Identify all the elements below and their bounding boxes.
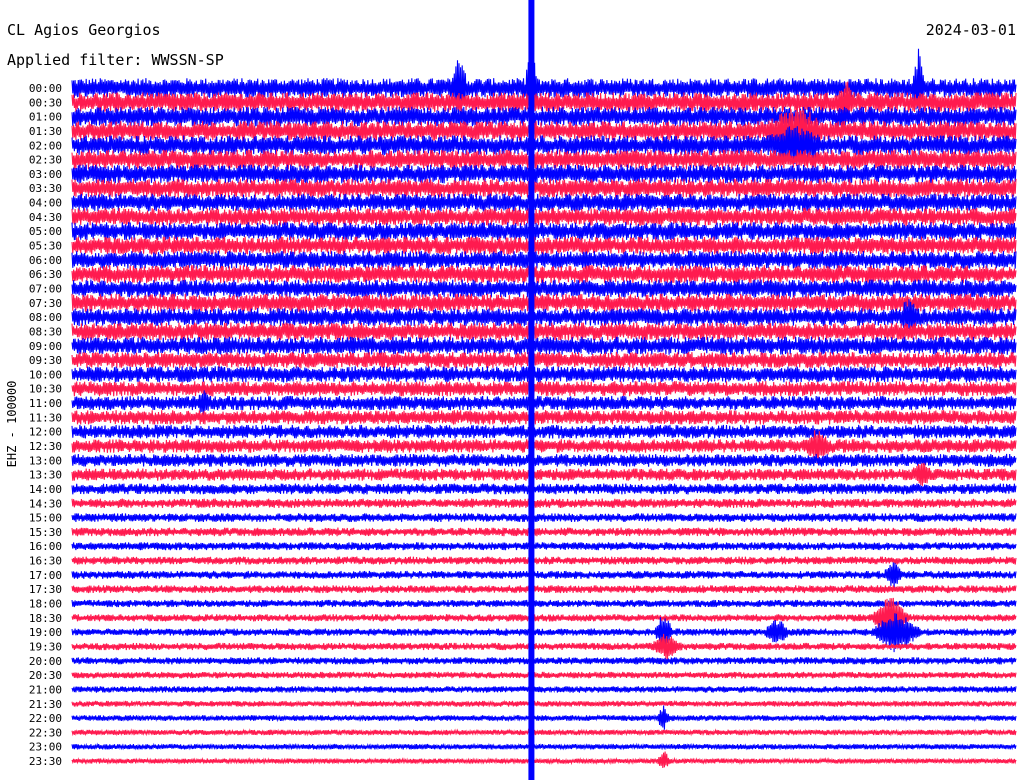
- spike-line: [528, 0, 535, 780]
- hour-label: 13:30: [29, 469, 62, 482]
- hour-label: 02:00: [29, 139, 62, 152]
- trace-line: [71, 381, 1017, 397]
- station-title: CL Agios Georgios: [7, 21, 161, 39]
- hour-label: 23:00: [29, 741, 62, 754]
- trace-line: [71, 671, 1017, 680]
- trace-line: [71, 193, 1017, 212]
- hour-label: 15:00: [29, 512, 62, 525]
- hour-label: 07:30: [29, 297, 62, 310]
- hour-label: 11:30: [29, 411, 62, 424]
- y-axis-label: EHZ - 100000: [5, 381, 19, 468]
- hour-label: 06:00: [29, 254, 62, 267]
- trace-line: [71, 424, 1017, 439]
- trace-line: [71, 751, 1017, 769]
- hour-label: 21:00: [29, 683, 62, 696]
- trace-line: [71, 657, 1017, 665]
- hour-label: 03:00: [29, 168, 62, 181]
- hour-label: 08:30: [29, 325, 62, 338]
- trace-line: [71, 462, 1017, 486]
- hour-label: 10:00: [29, 368, 62, 381]
- trace-line: [71, 410, 1017, 425]
- hour-label: 14:30: [29, 497, 62, 510]
- hour-label: 12:00: [29, 426, 62, 439]
- trace-line: [71, 366, 1017, 383]
- hour-label: 09:30: [29, 354, 62, 367]
- trace-line: [71, 207, 1017, 226]
- trace-line: [71, 513, 1017, 522]
- trace-line: [71, 562, 1017, 589]
- trace-line: [71, 279, 1017, 298]
- hour-label: 08:00: [29, 311, 62, 324]
- filter-label: Applied filter: WWSSN-SP: [7, 51, 224, 69]
- hour-label: 10:30: [29, 383, 62, 396]
- hour-label: 23:30: [29, 755, 62, 768]
- trace-line: [71, 542, 1017, 551]
- hour-label: 01:30: [29, 125, 62, 138]
- hour-label: 19:00: [29, 626, 62, 639]
- trace-line: [71, 222, 1017, 241]
- hour-label: 03:30: [29, 182, 62, 195]
- hour-label: 04:00: [29, 197, 62, 210]
- trace-line: [71, 705, 1017, 730]
- hour-label: 18:30: [29, 612, 62, 625]
- hour-label: 14:00: [29, 483, 62, 496]
- trace-line: [71, 178, 1017, 198]
- hour-label: 17:30: [29, 583, 62, 596]
- helicorder-traces: EHZ - 100000 00:0000:30 01:0001:3002:00 02:…: [5, 0, 1017, 780]
- hour-label: 05:00: [29, 225, 62, 238]
- trace-line: [71, 336, 1017, 355]
- date-label: 2024-03-01: [925, 21, 1016, 39]
- hour-label: 01:00: [29, 111, 62, 124]
- trace-line: [71, 685, 1017, 694]
- hour-label: 22:00: [29, 712, 62, 725]
- hour-label: 16:00: [29, 540, 62, 553]
- hour-label: 20:30: [29, 669, 62, 682]
- trace-line: [71, 351, 1017, 369]
- trace-line: [71, 265, 1017, 284]
- trace-line: [71, 483, 1017, 495]
- hour-label: 16:30: [29, 555, 62, 568]
- hour-label: 21:30: [29, 698, 62, 711]
- seismogram-plot: EHZ - 100000 00:00 00:30 01:00 01:30 02:00 02:…: [0, 0, 1024, 780]
- hour-label: 00:30: [29, 96, 62, 109]
- hour-label: 19:30: [29, 640, 62, 653]
- trace-line: [71, 699, 1017, 708]
- trace-line: [71, 728, 1017, 737]
- hour-label: 13:00: [29, 454, 62, 467]
- hour-label: 02:30: [29, 154, 62, 167]
- hour-label: 22:30: [29, 726, 62, 739]
- trace-line: [71, 742, 1017, 751]
- trace-line: [71, 585, 1017, 594]
- hour-label: 15:30: [29, 526, 62, 539]
- hour-label: 07:00: [29, 282, 62, 295]
- hour-label: 05:30: [29, 240, 62, 253]
- hour-label: 20:00: [29, 655, 62, 668]
- hour-label: 17:00: [29, 569, 62, 582]
- trace-line: [71, 236, 1017, 255]
- trace-line: [71, 599, 1017, 608]
- trace-line: [71, 498, 1017, 509]
- trace-line: [71, 527, 1017, 537]
- trace-line: [71, 453, 1017, 467]
- trace-line: [71, 633, 1017, 661]
- hour-label: 09:00: [29, 340, 62, 353]
- trace-line: [71, 556, 1017, 565]
- hour-label: 18:00: [29, 598, 62, 611]
- hour-label: 04:30: [29, 211, 62, 224]
- hour-label: 12:30: [29, 440, 62, 453]
- hour-label: 00:00: [29, 82, 62, 95]
- hour-label: 11:00: [29, 397, 62, 410]
- hour-label: 06:30: [29, 268, 62, 281]
